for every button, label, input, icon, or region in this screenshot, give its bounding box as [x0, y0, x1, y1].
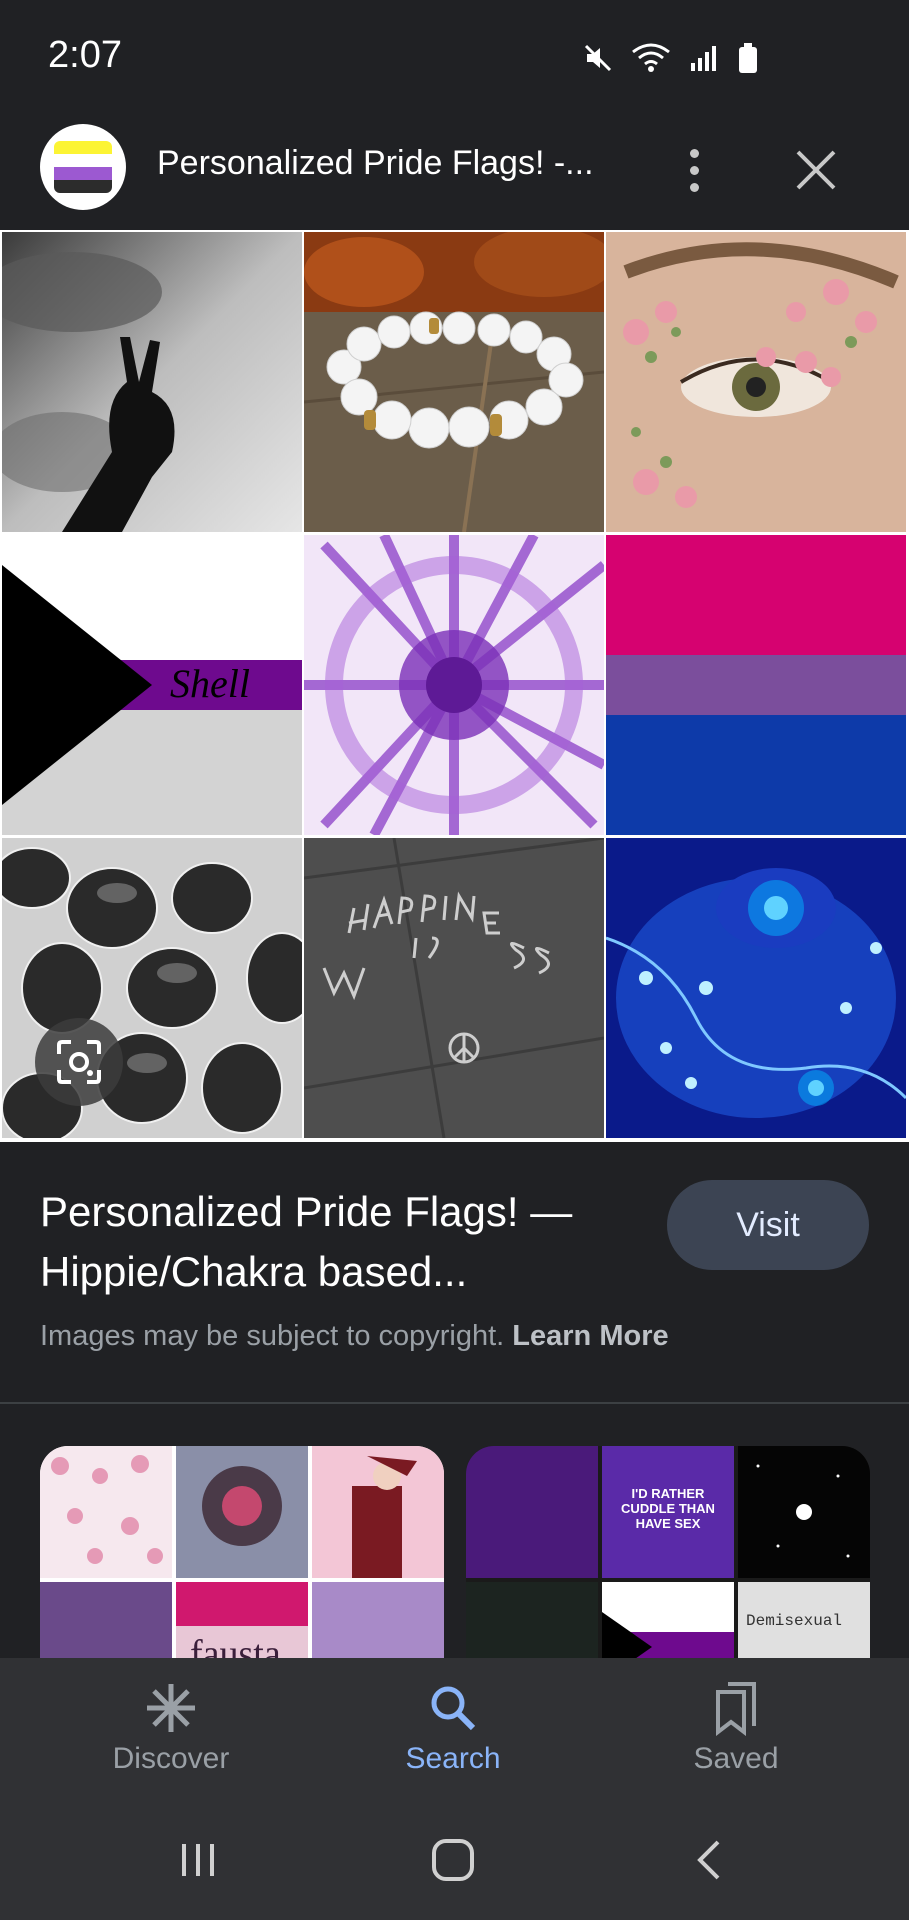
nonbinary-flag-avatar[interactable]: [40, 124, 126, 210]
recents-icon: [182, 1844, 214, 1876]
learn-more-link[interactable]: Learn More: [512, 1320, 668, 1352]
battery-icon: [737, 42, 759, 79]
mute-icon: [583, 43, 613, 78]
asterisk-icon: [147, 1684, 195, 1732]
more-vert-icon: [689, 148, 699, 158]
result-title[interactable]: Personalized Pride Flags! — Hippie/Chakr…: [40, 1182, 640, 1302]
related-card-purple-aesthetic[interactable]: I'D RATHER CUDDLE THAN HAVE SEX Demisexu…: [466, 1446, 870, 1658]
status-icons: [583, 42, 759, 79]
tile-bisexual-flag[interactable]: [606, 535, 906, 835]
tile-peace-sign-hand[interactable]: [2, 232, 302, 532]
nav-discover-label: Discover: [112, 1742, 230, 1775]
page-title: Personalized Pride Flags! -...: [157, 144, 594, 182]
tile-blue-fairy-lights[interactable]: [606, 838, 906, 1138]
flag-script-text: Shell: [170, 661, 250, 706]
status-time: 2:07: [48, 34, 122, 76]
tile-demisexual-flag[interactable]: Shell: [2, 535, 302, 835]
viewer-header: Personalized Pride Flags! -...: [0, 110, 909, 230]
tile-gray-stones[interactable]: [2, 838, 302, 1138]
related-card-pink-aesthetic[interactable]: fausta: [40, 1446, 444, 1658]
copyright-notice: Images may be subject to copyright. Lear…: [40, 1320, 669, 1353]
tile-floral-eye-makeup[interactable]: [606, 232, 906, 532]
close-button[interactable]: [790, 140, 842, 200]
nav-discover[interactable]: Discover: [71, 1680, 271, 1776]
visit-button[interactable]: Visit: [667, 1180, 869, 1270]
card-label-text: Demisexual: [746, 1612, 843, 1630]
card-overlay-text: fausta: [190, 1633, 281, 1658]
recents-button[interactable]: [168, 1830, 228, 1890]
home-button[interactable]: [423, 1830, 483, 1890]
back-button[interactable]: [680, 1830, 740, 1890]
system-nav: [0, 1790, 909, 1920]
card-quote-text: I'D RATHER CUDDLE THAN HAVE SEX: [621, 1486, 715, 1531]
nav-saved[interactable]: Saved: [636, 1680, 836, 1776]
search-icon: [431, 1686, 476, 1731]
wifi-icon: [631, 42, 671, 79]
bookmarks-icon: [716, 1682, 756, 1736]
result-info: Personalized Pride Flags! — Hippie/Chakr…: [0, 1142, 909, 1402]
nav-search-label: Search: [405, 1742, 501, 1775]
lens-button[interactable]: [35, 1018, 123, 1106]
status-bar: 2:07: [0, 0, 909, 110]
lens-icon: [57, 1040, 101, 1084]
signal-icon: [689, 43, 719, 78]
tile-white-bead-bracelet[interactable]: [304, 232, 604, 532]
close-icon: [796, 150, 836, 190]
bottom-nav: Discover Search Saved: [0, 1658, 909, 1790]
back-icon: [697, 1840, 720, 1880]
tile-purple-tie-dye[interactable]: [304, 535, 604, 835]
nonbinary-flag-icon: [54, 141, 112, 193]
related-results: fausta I'D RATHER CUDDLE THAN HAVE SEX D…: [0, 1404, 909, 1658]
image-collage[interactable]: Shell: [0, 230, 909, 1142]
tile-chalk-happiness-sidewalk[interactable]: [304, 838, 604, 1138]
home-icon: [432, 1839, 474, 1881]
nav-search[interactable]: Search: [353, 1680, 553, 1776]
nav-saved-label: Saved: [693, 1742, 779, 1775]
copyright-text: Images may be subject to copyright.: [40, 1320, 513, 1352]
more-options-button[interactable]: [672, 140, 716, 200]
